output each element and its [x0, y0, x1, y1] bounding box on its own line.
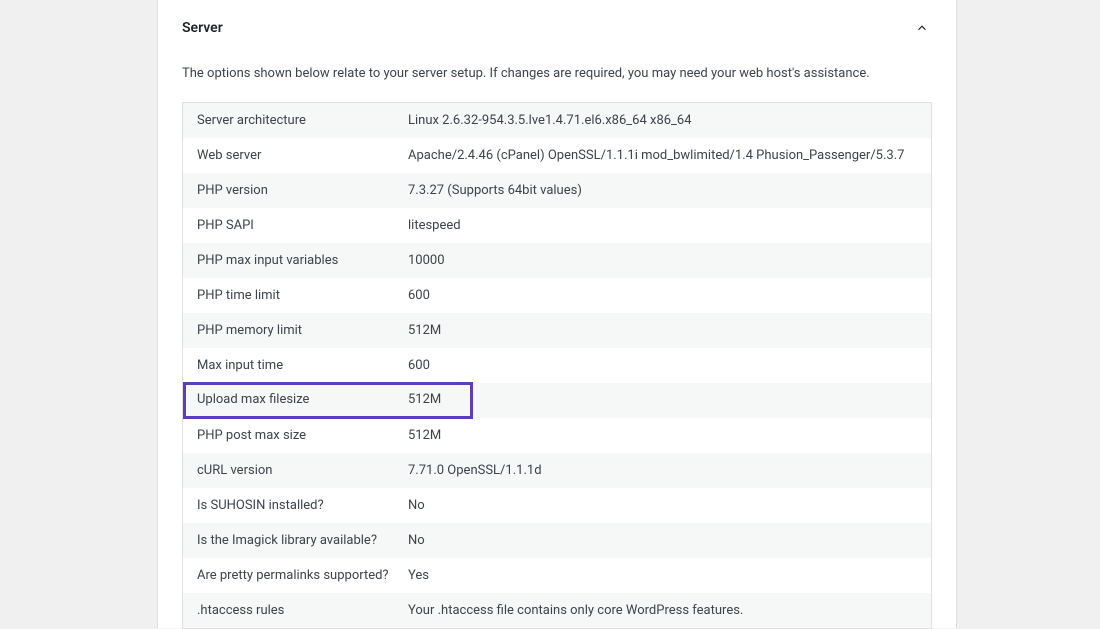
table-row: Server architectureLinux 2.6.32-954.3.5.…	[183, 103, 931, 138]
row-label: PHP post max size	[183, 418, 408, 453]
row-label: Is SUHOSIN installed?	[183, 488, 408, 523]
panel-header[interactable]: Server	[182, 0, 932, 50]
row-value: Your .htaccess file contains only core W…	[408, 593, 931, 628]
row-label: cURL version	[183, 453, 408, 488]
row-value: 600	[408, 278, 931, 313]
row-label: Server architecture	[183, 103, 408, 138]
server-panel: Server The options shown below relate to…	[157, 0, 957, 628]
row-label: Are pretty permalinks supported?	[183, 558, 408, 593]
panel-description: The options shown below relate to your s…	[182, 50, 932, 102]
row-value: 7.71.0 OpenSSL/1.1.1d	[408, 453, 931, 488]
row-label: PHP version	[183, 173, 408, 208]
row-value: No	[408, 488, 931, 523]
table-row: PHP version7.3.27 (Supports 64bit values…	[183, 173, 931, 208]
panel-title: Server	[182, 20, 223, 36]
row-value: No	[408, 523, 931, 558]
row-value: 512M	[408, 313, 931, 348]
table-row: Is SUHOSIN installed?No	[183, 488, 931, 523]
chevron-up-icon[interactable]	[912, 18, 932, 38]
row-value: litespeed	[408, 208, 931, 243]
table-row: .htaccess rulesYour .htaccess file conta…	[183, 593, 931, 628]
table-row: PHP memory limit512M	[183, 313, 931, 348]
table-row: Are pretty permalinks supported?Yes	[183, 558, 931, 593]
row-label: .htaccess rules	[183, 593, 408, 628]
highlight-box: Upload max filesize512M	[183, 382, 473, 419]
table-row: PHP post max size512M	[183, 418, 931, 453]
row-value: 512M	[408, 418, 931, 453]
table-row: Upload max filesize512M	[183, 383, 931, 418]
row-label: PHP memory limit	[183, 313, 408, 348]
row-value: Linux 2.6.32-954.3.5.lve1.4.71.el6.x86_6…	[408, 103, 931, 138]
row-label: PHP time limit	[183, 278, 408, 313]
row-label: Max input time	[183, 348, 408, 383]
row-label: PHP SAPI	[183, 208, 408, 243]
table-row: PHP max input variables10000	[183, 243, 931, 278]
table-row: cURL version7.71.0 OpenSSL/1.1.1d	[183, 453, 931, 488]
table-row: PHP time limit600	[183, 278, 931, 313]
table-row: Is the Imagick library available?No	[183, 523, 931, 558]
row-label: Web server	[183, 138, 408, 173]
table-row: Max input time600	[183, 348, 931, 383]
row-value: 10000	[408, 243, 931, 278]
row-label: Is the Imagick library available?	[183, 523, 408, 558]
row-value: Apache/2.4.46 (cPanel) OpenSSL/1.1.1i mo…	[408, 138, 931, 173]
row-value: 7.3.27 (Supports 64bit values)	[408, 173, 931, 208]
row-label: PHP max input variables	[183, 243, 408, 278]
row-value: 600	[408, 348, 931, 383]
row-value: 512M	[408, 385, 453, 414]
row-label: Upload max filesize	[186, 385, 408, 414]
server-info-table: Server architectureLinux 2.6.32-954.3.5.…	[182, 102, 932, 629]
table-row: Web serverApache/2.4.46 (cPanel) OpenSSL…	[183, 138, 931, 173]
row-value: Yes	[408, 558, 931, 593]
table-row: PHP SAPIlitespeed	[183, 208, 931, 243]
